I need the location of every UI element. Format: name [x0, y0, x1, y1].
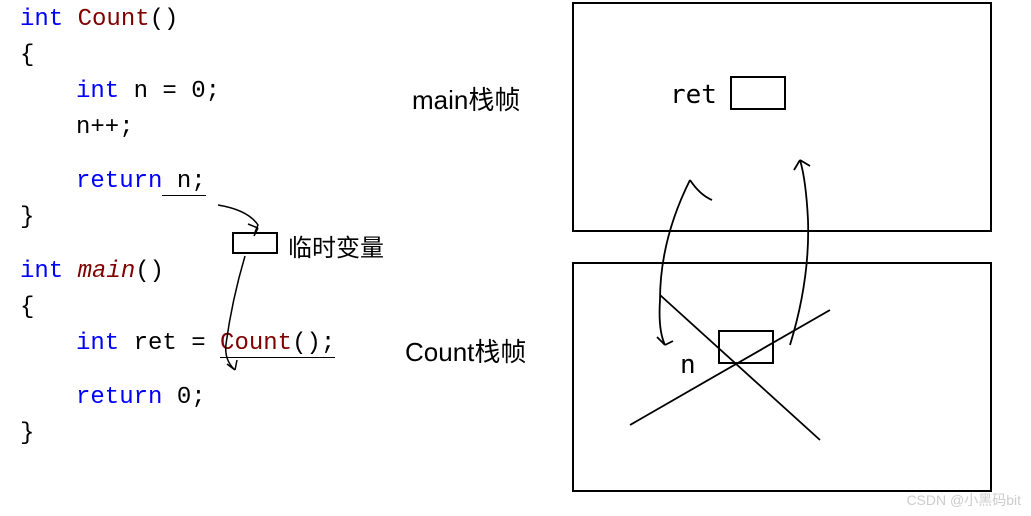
temp-var-label: 临时变量: [288, 228, 384, 263]
var-ret-box: [730, 76, 786, 110]
call-count: int ret = Count();: [76, 326, 335, 362]
incr-n: n++;: [76, 110, 335, 146]
watermark: CSDN @小黑码bit: [906, 490, 1021, 510]
decl-n: int n = 0;: [76, 74, 335, 110]
return-zero: return 0;: [76, 380, 335, 416]
var-n-label: n: [680, 350, 696, 380]
count-stack-frame: [572, 262, 992, 492]
code-block: int Count() { int n = 0; n++; return n; …: [20, 2, 335, 452]
main-stack-frame: [572, 2, 992, 232]
main-frame-label: main栈帧: [412, 80, 520, 117]
main-brace-close: }: [20, 416, 335, 452]
count-signature: int Count(): [20, 2, 335, 38]
fn-main: main: [78, 258, 136, 285]
brace-open: {: [20, 38, 335, 74]
fn-count: Count: [78, 6, 150, 33]
count-frame-label: Count栈帧: [405, 332, 526, 369]
return-n: return n;: [76, 164, 335, 200]
kw-int: int: [20, 6, 63, 33]
temp-var-box: [232, 232, 278, 254]
main-brace-open: {: [20, 290, 335, 326]
var-n-box: [718, 330, 774, 364]
var-ret-label: ret: [670, 80, 717, 110]
